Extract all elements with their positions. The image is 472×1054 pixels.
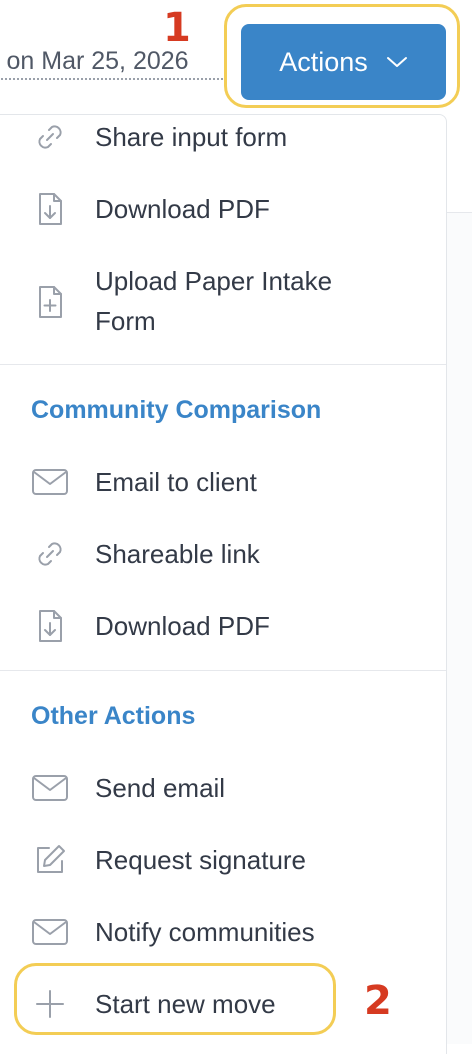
envelope-icon xyxy=(30,462,70,502)
highlight-ring-start-new-move xyxy=(14,963,336,1035)
chevron-down-icon xyxy=(386,55,408,69)
menu-item-label: Download PDF xyxy=(95,611,270,641)
step-number-2: 2 xyxy=(364,978,392,1024)
menu-item-label: Notify communities xyxy=(95,917,315,947)
step-number-1: 1 xyxy=(163,5,191,51)
file-download-icon xyxy=(30,606,70,646)
file-plus-icon xyxy=(30,282,70,322)
menu-item-label: Share input form xyxy=(95,122,288,152)
actions-button-label: Actions xyxy=(279,46,368,77)
link-icon xyxy=(30,117,70,157)
section-title-other-actions: Other Actions xyxy=(31,702,196,730)
menu-item-upload-paper-intake-form[interactable]: Upload Paper Intake Form xyxy=(0,259,440,339)
menu-item-label: Upload Paper Intake xyxy=(95,266,333,296)
menu-item-label: Download PDF xyxy=(95,194,270,224)
section-title-community-comparison: Community Comparison xyxy=(31,396,322,424)
menu-item-label: Email to client xyxy=(95,467,257,497)
pencil-icon xyxy=(30,840,70,880)
envelope-icon xyxy=(30,912,70,952)
actions-dropdown-menu: Share input form Download PDF Upload Pap… xyxy=(0,114,447,1054)
menu-item-label: Request signature xyxy=(95,845,307,875)
file-download-icon xyxy=(30,189,70,229)
envelope-icon xyxy=(30,768,70,808)
page-background xyxy=(447,213,472,1044)
menu-divider xyxy=(0,364,446,365)
actions-button[interactable]: Actions xyxy=(241,24,446,100)
last-updated-text[interactable]: l on Mar 25, 2026 xyxy=(0,44,226,80)
menu-item-label: Send email xyxy=(95,773,226,803)
link-icon xyxy=(30,534,70,574)
menu-item-label: Shareable link xyxy=(95,539,260,569)
menu-item-label-line2: Form xyxy=(95,306,156,336)
menu-divider xyxy=(0,670,446,671)
